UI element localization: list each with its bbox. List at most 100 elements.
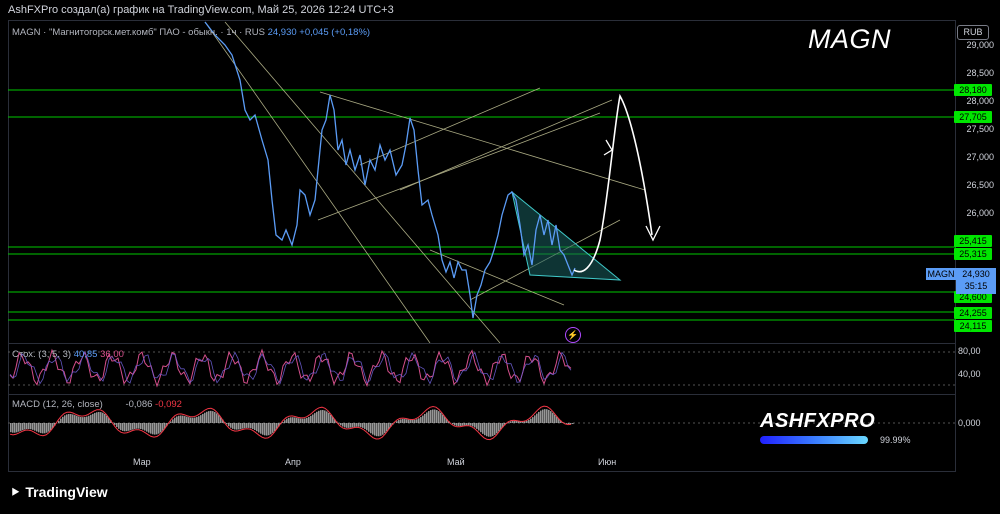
macd-histogram-bar <box>542 409 544 423</box>
macd-histogram-bar <box>260 423 262 434</box>
stoch-tick: 80,00 <box>958 346 981 356</box>
macd-histogram-bar <box>236 423 238 430</box>
macd-histogram-bar <box>550 411 552 423</box>
macd-histogram-bar <box>340 423 342 426</box>
macd-histogram-bar <box>328 412 330 423</box>
level-label[interactable]: 25,315 <box>954 248 992 260</box>
macd-histogram-bar <box>466 423 468 426</box>
macd-histogram-bar <box>44 423 46 434</box>
macd-value-1: -0,086 <box>125 399 153 410</box>
macd-histogram-bar <box>430 410 432 423</box>
macd-histogram-bar <box>456 423 458 426</box>
macd-histogram-bar <box>228 423 230 427</box>
macd-histogram-bar <box>384 423 386 434</box>
macd-histogram-bar <box>398 420 400 423</box>
macd-histogram-bar <box>362 423 364 428</box>
macd-histogram-bar <box>284 420 286 423</box>
stoch-legend[interactable]: Стох. (3, 5, 3) 40,85 36,00 <box>12 349 124 360</box>
macd-histogram-bar <box>292 417 294 423</box>
macd-histogram-bar <box>264 423 266 436</box>
last-price: 24,930 <box>267 27 297 38</box>
macd-histogram-bar <box>406 419 408 423</box>
lightning-icon[interactable]: ⚡ <box>565 327 581 343</box>
macd-histogram-bar <box>442 414 444 423</box>
chart-title-overlay: MAGN <box>808 24 891 54</box>
macd-histogram-bar <box>488 423 490 437</box>
macd-histogram-bar <box>30 423 32 430</box>
macd-histogram-bar <box>250 423 252 429</box>
pane-divider[interactable] <box>8 394 956 395</box>
macd-histogram-bar <box>474 423 476 428</box>
brand-name: TradingView <box>25 484 108 500</box>
macd-histogram-bar <box>122 423 124 431</box>
macd-histogram-bar <box>102 412 104 423</box>
macd-histogram-bar <box>50 423 52 431</box>
macd-histogram-bar <box>238 423 240 430</box>
symbol-legend[interactable]: MAGN · "Магнитогорск.мет.комб" ПАО - обы… <box>12 27 370 38</box>
macd-histogram-bar <box>552 412 554 423</box>
macd-histogram-bar <box>370 423 372 434</box>
macd-histogram-bar <box>402 419 404 423</box>
macd-histogram-bar <box>204 412 206 423</box>
macd-histogram-bar <box>310 415 312 423</box>
tradingview-logo[interactable]: ⯈ TradingView <box>10 484 108 501</box>
macd-histogram-bar <box>346 423 348 428</box>
macd-histogram-bar <box>40 423 42 434</box>
macd-histogram-bar <box>368 423 370 432</box>
macd-histogram-bar <box>194 417 196 423</box>
macd-histogram-bar <box>10 423 12 433</box>
macd-histogram-bar <box>316 411 318 423</box>
level-label[interactable]: 24,255 <box>954 307 992 319</box>
macd-histogram-bar <box>360 423 362 428</box>
macd-histogram-bar <box>94 412 96 423</box>
level-label[interactable]: 28,180 <box>954 84 992 96</box>
price-tick: 28,000 <box>966 96 994 106</box>
macd-histogram-bar <box>24 423 26 430</box>
macd-histogram-bar <box>206 411 208 423</box>
currency-button[interactable]: RUB <box>957 25 989 40</box>
macd-histogram-bar <box>436 410 438 423</box>
macd-histogram-bar <box>314 413 316 423</box>
macd-histogram-bar <box>210 410 212 423</box>
macd-histogram-bar <box>298 418 300 423</box>
macd-histogram-bar <box>524 421 526 423</box>
macd-histogram-bar <box>318 410 320 423</box>
current-price-label: 24,930 35:15 <box>956 268 996 294</box>
macd-histogram-bar <box>396 421 398 423</box>
macd-histogram-bar <box>152 423 154 435</box>
macd-histogram-bar <box>288 417 290 423</box>
macd-histogram-bar <box>12 423 14 433</box>
date-label: Мар <box>133 457 151 467</box>
price-tick: 26,000 <box>966 208 994 218</box>
level-label[interactable]: 24,115 <box>954 320 992 332</box>
macd-histogram-bar <box>232 423 234 429</box>
level-label[interactable]: 27,705 <box>954 111 992 123</box>
macd-histogram-bar <box>22 423 24 431</box>
macd-histogram-bar <box>198 416 200 423</box>
macd-value-2: -0,092 <box>155 399 182 410</box>
macd-histogram-bar <box>96 412 98 423</box>
macd-histogram-bar <box>382 423 384 435</box>
macd-histogram-bar <box>14 423 16 433</box>
macd-histogram-bar <box>142 423 144 430</box>
macd-histogram-bar <box>324 410 326 423</box>
macd-histogram-bar <box>546 409 548 423</box>
level-label[interactable]: 25,415 <box>954 235 992 247</box>
macd-histogram-bar <box>20 423 22 431</box>
macd-histogram-bar <box>428 411 430 423</box>
trendline-6 <box>399 99 613 191</box>
macd-histogram-bar <box>98 411 100 423</box>
pane-divider[interactable] <box>8 343 956 344</box>
macd-tick: 0,000 <box>958 418 981 428</box>
macd-legend[interactable]: MACD (12, 26, close) -0,086 -0,092 <box>12 399 182 410</box>
macd-histogram-bar <box>252 423 254 429</box>
macd-histogram-bar <box>366 423 368 431</box>
macd-histogram-bar <box>354 423 356 427</box>
macd-histogram-bar <box>470 423 472 426</box>
macd-histogram-bar <box>434 409 436 423</box>
macd-histogram-bar <box>460 423 462 426</box>
macd-histogram-bar <box>486 423 488 437</box>
macd-histogram-bar <box>458 423 460 427</box>
macd-histogram-bar <box>270 423 272 435</box>
macd-histogram-bar <box>342 423 344 427</box>
